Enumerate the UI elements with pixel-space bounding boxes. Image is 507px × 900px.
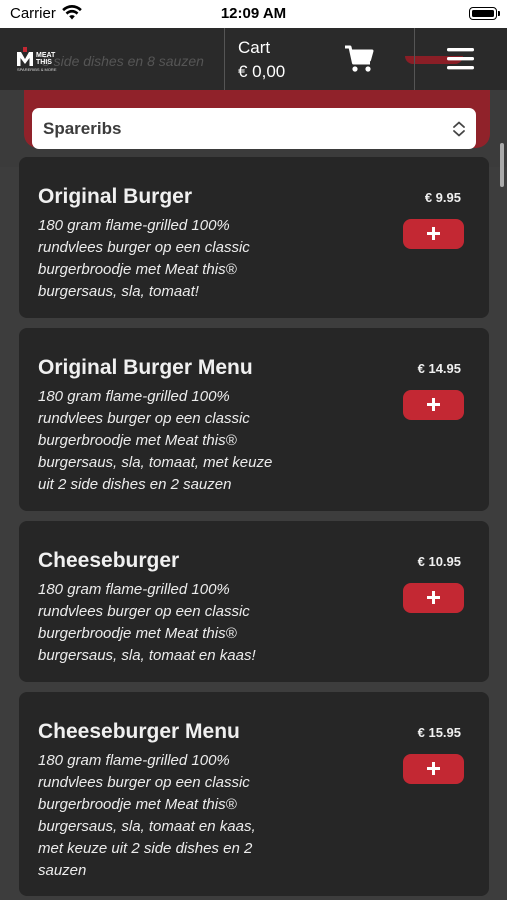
category-select[interactable]: Spareribs [32,108,476,149]
product-card: Original Burger Menu € 14.95 180 gram fl… [19,328,489,511]
hamburger-menu-icon[interactable] [447,48,474,75]
add-to-cart-button[interactable] [403,219,464,249]
product-description: 180 gram flame-grilled 100% rundvlees bu… [38,752,256,879]
add-to-cart-button[interactable] [403,754,464,784]
product-price: € 14.95 [417,361,461,376]
status-bar: Carrier 12:09 AM [0,0,507,28]
category-bar: Spareribs [0,90,507,167]
add-to-cart-button[interactable] [403,583,464,613]
cart-total[interactable]: € 0,00 [238,62,285,82]
header-divider [414,28,415,90]
logo-text-line-1: MEAT [36,52,56,59]
product-card: Cheeseburger Menu € 15.95 180 gram flame… [19,692,489,896]
product-name: Cheeseburger Menu [38,720,240,743]
product-price: € 15.95 [417,725,461,740]
header-divider [224,28,225,90]
product-name: Original Burger [38,185,193,208]
product-card: Cheeseburger € 10.95 180 gram flame-gril… [19,521,489,682]
product-description: 180 gram flame-grilled 100% rundvlees bu… [38,581,256,664]
cart-label[interactable]: Cart [238,38,270,58]
battery-icon [469,7,500,20]
meat-this-logo[interactable]: MEAT THIS SPARERIBS & MORE [16,46,72,72]
chevron-up-down-icon [452,120,466,143]
logo-text-line-2: THIS [36,59,52,66]
product-description: 180 gram flame-grilled 100% rundvlees bu… [38,388,273,493]
shopping-cart-icon[interactable] [344,45,374,78]
app-header: 8 side dishes en 8 sauzen MEAT THIS SPAR… [0,28,507,90]
clock: 12:09 AM [220,5,287,22]
scrollbar[interactable] [500,143,504,187]
product-price: € 10.95 [417,554,461,569]
product-price: € 9.95 [424,190,461,205]
logo-tagline: SPARERIBS & MORE [17,67,57,72]
product-name: Cheeseburger [38,549,180,572]
category-selected-value: Spareribs [43,119,122,138]
product-name: Original Burger Menu [38,356,253,379]
product-description: 180 gram flame-grilled 100% rundvlees bu… [38,217,250,300]
product-card: Original Burger € 9.95 180 gram flame-gr… [19,157,489,318]
add-to-cart-button[interactable] [403,390,464,420]
product-list: Original Burger € 9.95 180 gram flame-gr… [19,157,489,900]
